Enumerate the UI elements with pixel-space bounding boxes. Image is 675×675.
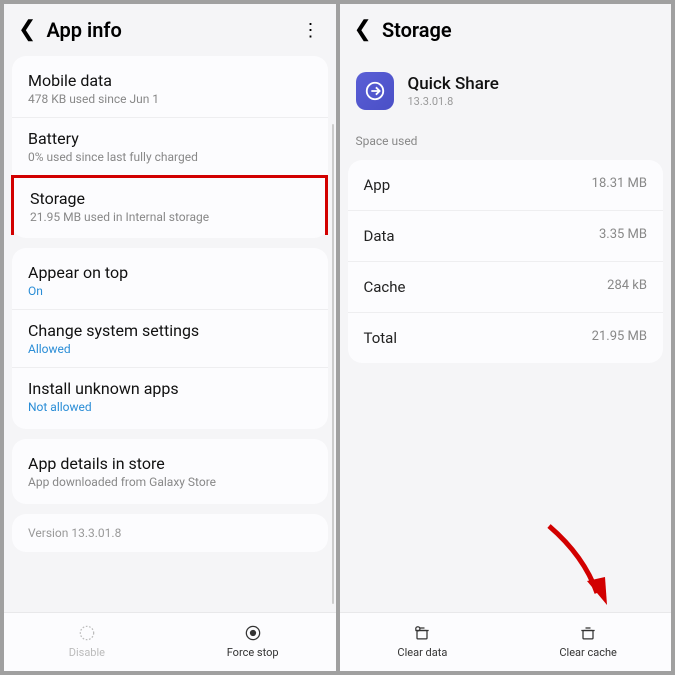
button-label: Clear data [397,646,447,659]
trash-icon [578,623,598,643]
row-title: Change system settings [28,321,312,340]
app-name: Quick Share [408,74,499,94]
app-version: 13.3.01.8 [408,95,499,108]
bottom-bar: Clear data Clear cache [340,612,672,671]
trash-icon [412,623,432,643]
disable-icon [77,623,97,643]
row-storage[interactable]: Storage 21.95 MB used in Internal storag… [11,175,328,235]
stat-cache: Cache 284 kB [348,262,664,313]
stat-label: App [364,176,391,194]
stat-app: App 18.31 MB [348,160,664,211]
stat-value: 18.31 MB [592,176,647,194]
header: ❮ App info ⋮ [4,4,336,56]
row-sub: 478 KB used since Jun 1 [28,92,312,106]
space-used-section: App 18.31 MB Data 3.35 MB Cache 284 kB T… [348,160,664,363]
stat-label: Total [364,329,398,347]
row-install-unknown-apps[interactable]: Install unknown apps Not allowed [12,368,328,425]
row-mobile-data[interactable]: Mobile data 478 KB used since Jun 1 [12,60,328,118]
row-change-system-settings[interactable]: Change system settings Allowed [12,310,328,368]
row-title: Appear on top [28,263,312,282]
content: Quick Share 13.3.01.8 Space used App 18.… [340,56,672,612]
stat-value: 284 kB [607,278,647,296]
button-label: Clear cache [559,646,617,659]
row-sub: On [28,284,312,298]
app-header: Quick Share 13.3.01.8 [340,56,672,128]
stat-value: 21.95 MB [592,329,647,347]
app-meta: Quick Share 13.3.01.8 [408,74,499,108]
row-title: Mobile data [28,71,312,90]
row-title: Battery [28,129,312,148]
space-used-label: Space used [340,128,672,156]
permissions-section: Appear on top On Change system settings … [12,248,328,429]
row-title: Install unknown apps [28,379,312,398]
row-sub: 21.95 MB used in Internal storage [30,210,309,224]
row-title: Storage [30,189,309,208]
header: ❮ Storage [340,4,672,56]
bottom-bar: Disable Force stop [4,612,336,671]
row-sub: Not allowed [28,400,312,414]
row-battery[interactable]: Battery 0% used since last fully charged [12,118,328,176]
stat-data: Data 3.35 MB [348,211,664,262]
stat-total: Total 21.95 MB [348,313,664,363]
scrollbar[interactable] [332,124,334,604]
back-icon[interactable]: ❮ [354,19,372,41]
version-label: Version 13.3.01.8 [12,514,328,552]
row-sub: Allowed [28,342,312,356]
row-app-details-store[interactable]: App details in store App downloaded from… [12,443,328,500]
more-icon[interactable]: ⋮ [302,20,320,41]
disable-button: Disable [4,623,170,659]
back-icon[interactable]: ❮ [18,19,36,41]
row-appear-on-top[interactable]: Appear on top On [12,252,328,310]
app-info-screen: ❮ App info ⋮ Mobile data 478 KB used sin… [4,4,336,671]
stat-label: Data [364,227,395,245]
version-section: Version 13.3.01.8 [12,514,328,552]
stat-label: Cache [364,278,406,296]
force-stop-icon [243,623,263,643]
store-section: App details in store App downloaded from… [12,439,328,504]
button-label: Force stop [227,646,279,659]
row-sub: 0% used since last fully charged [28,150,312,164]
page-title: Storage [382,18,452,42]
row-sub: App downloaded from Galaxy Store [28,475,312,489]
quick-share-icon [356,72,394,110]
row-title: App details in store [28,454,312,473]
content: Mobile data 478 KB used since Jun 1 Batt… [4,56,336,612]
page-title: App info [46,18,121,42]
force-stop-button[interactable]: Force stop [170,623,336,659]
button-label: Disable [69,646,105,659]
usage-section: Mobile data 478 KB used since Jun 1 Batt… [12,56,328,238]
storage-screen: ❮ Storage Quick Share 13.3.01.8 Space us… [340,4,672,671]
stat-value: 3.35 MB [599,227,647,245]
clear-data-button[interactable]: Clear data [340,623,506,659]
clear-cache-button[interactable]: Clear cache [505,623,671,659]
